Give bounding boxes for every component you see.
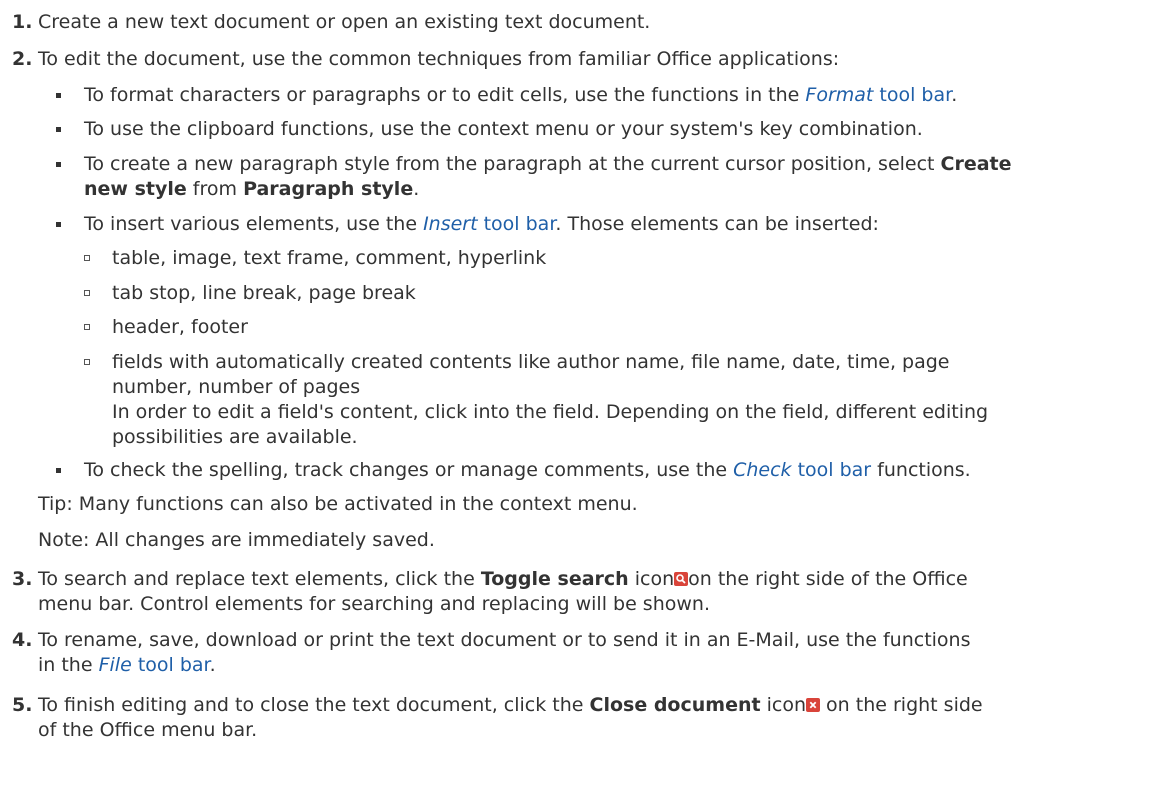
insert-item: header, footer — [84, 315, 1150, 340]
file-toolbar-link[interactable]: File tool bar — [99, 654, 210, 676]
insert-item-fields: fields with automatically created conten… — [84, 350, 1150, 450]
bullet-marker — [56, 468, 61, 473]
step-number: 1. — [12, 11, 33, 33]
close-icon — [806, 698, 821, 712]
insert-item: table, image, text frame, comment, hyper… — [84, 246, 1150, 271]
insert-toolbar-link[interactable]: Insert tool bar — [423, 213, 555, 235]
create-label: Create — [940, 153, 1012, 175]
step-4: 4. To rename, save, download or print th… — [12, 629, 971, 676]
note-text: Note: All changes are immediately saved. — [38, 529, 435, 551]
close-document-label: Close document — [589, 694, 761, 716]
step-number: 5. — [12, 694, 33, 716]
step-number: 3. — [12, 568, 33, 590]
step-number: 2. — [12, 48, 33, 70]
check-toolbar-link[interactable]: Check tool bar — [733, 459, 871, 481]
bullet-marker — [56, 127, 61, 132]
toggle-search-label: Toggle search — [480, 568, 629, 590]
step-5: 5. To finish editing and to close the te… — [12, 694, 983, 741]
step-3: 3. To search and replace text elements, … — [12, 568, 968, 615]
bullet-insert: To insert various elements, use the Inse… — [56, 212, 1150, 237]
bullet-marker — [56, 222, 61, 227]
help-document: 1. Create a new text document or open an… — [0, 0, 1156, 794]
step-text: To edit the document, use the common tec… — [38, 48, 840, 70]
sub-bullet-marker — [84, 359, 90, 365]
search-icon — [674, 572, 689, 586]
step-1: 1. Create a new text document or open an… — [0, 10, 1150, 35]
step-text: Create a new text document or open an ex… — [38, 11, 651, 33]
bullet-paragraph-style: To create a new paragraph style from the… — [56, 152, 1150, 202]
bullet-check: To check the spelling, track changes or … — [56, 458, 1150, 483]
insert-item: tab stop, line break, page break — [84, 281, 1150, 306]
step-number: 4. — [12, 629, 33, 651]
bullet-clipboard: To use the clipboard functions, use the … — [56, 117, 1150, 142]
sub-bullet-marker — [84, 255, 90, 261]
bullet-marker — [56, 162, 61, 167]
tip-text: Tip: Many functions can also be activate… — [38, 493, 638, 515]
new-style-label: new style — [84, 178, 187, 200]
sub-bullet-marker — [84, 324, 90, 330]
bullet-format: To format characters or paragraphs or to… — [56, 83, 1150, 108]
sub-bullet-marker — [84, 290, 90, 296]
paragraph-style-label: Paragraph style — [243, 178, 414, 200]
bullet-marker — [56, 93, 61, 98]
step-2: 2. To edit the document, use the common … — [0, 47, 1150, 72]
format-toolbar-link[interactable]: Format tool bar — [805, 84, 951, 106]
